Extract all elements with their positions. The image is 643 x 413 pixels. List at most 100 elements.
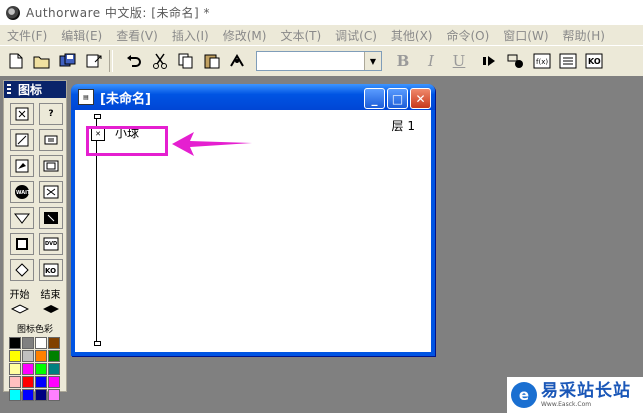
color-swatch[interactable] (35, 376, 47, 388)
icon-color-swatches (4, 335, 66, 401)
menu-insert[interactable]: 插入(I) (165, 27, 216, 44)
map-icon[interactable] (39, 155, 63, 177)
icon-color-label: 图标色彩 (16, 325, 53, 335)
video-icon[interactable]: DVD (39, 233, 63, 255)
menu-commands[interactable]: 命令(O) (439, 27, 496, 44)
restart-icon[interactable] (480, 51, 500, 71)
flowline-window: ▤ [未命名] _ □ ✕ 层 1 ✕ 小球 (71, 84, 435, 356)
color-swatch[interactable] (48, 363, 60, 375)
interaction-icon[interactable] (10, 259, 34, 281)
menu-window[interactable]: 窗口(W) (496, 27, 555, 44)
color-swatch[interactable] (9, 350, 21, 362)
import-icon[interactable] (84, 51, 104, 71)
menu-help[interactable]: 帮助(H) (556, 27, 612, 44)
level-label: 层 1 (391, 119, 415, 133)
color-swatch[interactable] (22, 389, 34, 401)
menu-modify[interactable]: 修改(M) (216, 27, 274, 44)
color-swatch[interactable] (22, 363, 34, 375)
app-title: Authorware 中文版: [未命名] * (26, 6, 210, 20)
color-swatch[interactable] (35, 363, 47, 375)
end-flag-icon[interactable] (42, 303, 60, 317)
color-swatch[interactable] (48, 350, 60, 362)
save-all-icon[interactable] (58, 51, 78, 71)
navigate-icon[interactable] (10, 207, 34, 229)
flowline-window-title: [未命名] (100, 91, 151, 107)
cut-icon[interactable] (150, 51, 170, 71)
svg-text:DVD: DVD (45, 241, 57, 247)
menubar: 文件(F) 编辑(E) 查看(V) 插入(I) 修改(M) 文本(T) 调试(C… (0, 25, 643, 45)
watermark-name: 易采站长站 (541, 381, 631, 401)
color-swatch[interactable] (48, 337, 60, 349)
icon-palette: 图标 ? WAIT DVD KO 开始 结束 图标色彩 (3, 80, 67, 401)
app-titlebar: Authorware 中文版: [未命名] * (0, 0, 643, 25)
italic-button[interactable]: I (424, 52, 438, 70)
knowledge-object-icon[interactable]: KO (39, 259, 63, 281)
color-swatch[interactable] (9, 389, 21, 401)
variables-icon[interactable] (558, 51, 578, 71)
pointer-arrow-icon (172, 132, 252, 156)
watermark: e 易采站长站 Www.Easck.Com (507, 377, 643, 413)
menu-control[interactable]: 调试(C) (328, 27, 384, 44)
flowline-window-titlebar[interactable]: ▤ [未命名] _ □ ✕ (71, 84, 435, 110)
motion-icon[interactable] (10, 129, 34, 151)
start-flag-label: 开始 (9, 290, 30, 301)
svg-text:KO: KO (588, 57, 601, 66)
color-swatch[interactable] (22, 350, 34, 362)
watermark-logo-icon: e (511, 382, 537, 408)
highlight-box (86, 126, 168, 156)
color-swatch[interactable] (9, 337, 21, 349)
bold-button[interactable]: B (396, 52, 410, 70)
color-swatch[interactable] (48, 376, 60, 388)
menu-xtras[interactable]: 其他(X) (384, 27, 440, 44)
control-panel-icon[interactable] (506, 51, 526, 71)
underline-button[interactable]: U (452, 52, 466, 70)
combo-dropdown-icon[interactable]: ▼ (364, 52, 381, 70)
functions-icon[interactable]: f(x) (532, 51, 552, 71)
open-folder-icon[interactable] (32, 51, 52, 71)
color-swatch[interactable] (22, 376, 34, 388)
color-swatch[interactable] (35, 337, 47, 349)
flowline-window-icon: ▤ (78, 89, 94, 105)
display-icon[interactable] (10, 103, 34, 125)
color-swatch[interactable] (48, 389, 60, 401)
menu-text[interactable]: 文本(T) (273, 27, 328, 44)
svg-text:WAIT: WAIT (16, 190, 30, 196)
menu-file[interactable]: 文件(F) (0, 27, 54, 44)
color-swatch[interactable] (9, 376, 21, 388)
sound-icon[interactable] (39, 207, 63, 229)
color-swatch[interactable] (35, 389, 47, 401)
menu-view[interactable]: 查看(V) (109, 27, 165, 44)
undo-icon[interactable] (124, 51, 144, 71)
wait-icon[interactable]: WAIT (10, 181, 34, 203)
copy-icon[interactable] (176, 51, 196, 71)
start-flag-icon[interactable] (10, 303, 29, 317)
palette-grip-icon[interactable] (7, 84, 11, 95)
palette-header[interactable]: 图标 (4, 81, 66, 98)
end-flag-label: 结束 (40, 290, 61, 301)
erase-icon[interactable] (10, 155, 34, 177)
toolbar-separator (109, 50, 113, 72)
close-button[interactable]: ✕ (410, 88, 431, 109)
color-swatch[interactable] (35, 350, 47, 362)
color-swatch[interactable] (9, 363, 21, 375)
flowline-start-cap (94, 114, 101, 119)
font-combo[interactable]: ▼ (256, 51, 382, 71)
new-file-icon[interactable] (6, 51, 26, 71)
maximize-button[interactable]: □ (387, 88, 408, 109)
svg-text:KO: KO (45, 267, 56, 275)
find-icon[interactable] (228, 51, 248, 71)
toolbar: ▼ B I U f(x) KO (0, 45, 643, 77)
calculation-icon[interactable] (39, 129, 63, 151)
flowline-end-cap (94, 341, 101, 346)
knowledge-objects-icon[interactable]: KO (584, 51, 604, 71)
color-swatch[interactable] (22, 337, 34, 349)
minimize-button[interactable]: _ (364, 88, 385, 109)
palette-title: 图标 (18, 83, 43, 97)
watermark-url: Www.Easck.Com (541, 401, 592, 408)
framework-icon[interactable] (10, 233, 34, 255)
svg-text:f(x): f(x) (536, 58, 548, 66)
digital-movie-icon[interactable] (39, 181, 63, 203)
decision-help-icon[interactable]: ? (39, 103, 63, 125)
paste-icon[interactable] (202, 51, 222, 71)
menu-edit[interactable]: 编辑(E) (54, 27, 109, 44)
